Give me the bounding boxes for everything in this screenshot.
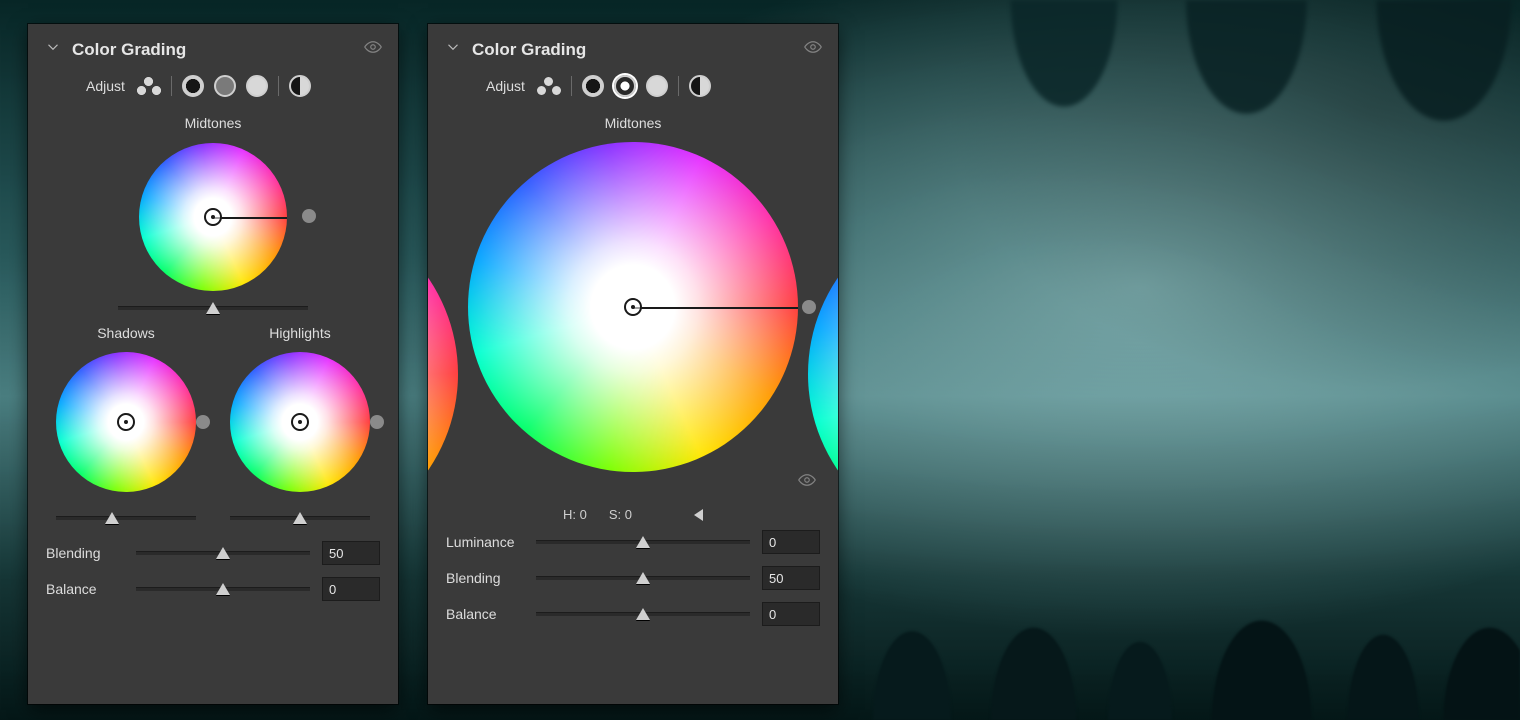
highlights-label: Highlights — [269, 325, 330, 341]
midtones-mode-button[interactable] — [214, 75, 236, 97]
shadows-color-wheel[interactable] — [56, 352, 196, 492]
balance-row: Balance 0 — [28, 571, 398, 607]
balance-label: Balance — [46, 581, 124, 597]
blending-row: Blending 50 — [28, 535, 398, 571]
hue-rotation-handle[interactable] — [802, 300, 816, 314]
hue-rotation-handle[interactable] — [196, 415, 210, 429]
blending-row: Blending 50 — [428, 560, 838, 596]
shadows-label: Shadows — [97, 325, 155, 341]
sat-label: S: — [609, 507, 621, 522]
wheel-indicator-line — [213, 217, 287, 219]
wheel-center-handle[interactable] — [291, 413, 309, 431]
blending-value[interactable]: 50 — [762, 566, 820, 590]
three-way-icon[interactable] — [137, 77, 161, 95]
chevron-down-icon[interactable] — [444, 38, 462, 61]
balance-value[interactable]: 0 — [322, 577, 380, 601]
eye-icon[interactable] — [804, 38, 822, 61]
balance-label: Balance — [446, 606, 524, 622]
midtones-color-wheel[interactable] — [468, 142, 798, 472]
midtones-label: Midtones — [28, 115, 398, 131]
luminance-label: Luminance — [446, 534, 524, 550]
separator — [678, 76, 679, 96]
hue-rotation-handle[interactable] — [302, 209, 316, 223]
three-way-icon[interactable] — [537, 77, 561, 95]
adjust-label: Adjust — [486, 78, 525, 94]
blending-value[interactable]: 50 — [322, 541, 380, 565]
wheel-center-handle[interactable] — [117, 413, 135, 431]
midtones-wheel-wrap — [28, 137, 398, 297]
eye-icon[interactable] — [798, 471, 816, 494]
sat-value[interactable]: 0 — [625, 507, 632, 522]
adjust-label: Adjust — [86, 78, 125, 94]
balance-row: Balance 0 — [428, 596, 838, 632]
shadows-mode-button[interactable] — [182, 75, 204, 97]
separator — [171, 76, 172, 96]
collapse-arrow-icon[interactable] — [694, 509, 703, 521]
wheel-indicator-line — [633, 307, 798, 309]
balance-value[interactable]: 0 — [762, 602, 820, 626]
color-grading-panel-single: Color Grading Adjust Midtones H: 0 S: 0 … — [428, 24, 838, 704]
luminance-value[interactable]: 0 — [762, 530, 820, 554]
adjust-mode-row: Adjust — [28, 67, 398, 105]
color-grading-panel-three-way: Color Grading Adjust Midtones Shadows Hi… — [28, 24, 398, 704]
shadows-mode-button[interactable] — [582, 75, 604, 97]
luminance-row: Luminance 0 — [428, 524, 838, 560]
global-mode-button[interactable] — [689, 75, 711, 97]
blending-slider[interactable] — [136, 546, 310, 560]
chevron-down-icon[interactable] — [44, 38, 62, 61]
blending-label: Blending — [446, 570, 524, 586]
midtones-color-wheel[interactable] — [139, 143, 287, 291]
balance-slider[interactable] — [536, 607, 750, 621]
wheel-center-handle[interactable] — [624, 298, 642, 316]
shadows-luminance-slider[interactable] — [56, 511, 196, 525]
eye-icon[interactable] — [364, 38, 382, 61]
separator — [571, 76, 572, 96]
highlights-mode-button[interactable] — [246, 75, 268, 97]
midtones-luminance-slider[interactable] — [118, 301, 308, 315]
global-mode-button[interactable] — [289, 75, 311, 97]
hue-rotation-handle[interactable] — [370, 415, 384, 429]
highlights-mode-button[interactable] — [646, 75, 668, 97]
highlights-luminance-slider[interactable] — [230, 511, 370, 525]
blending-label: Blending — [46, 545, 124, 561]
highlights-color-wheel[interactable] — [230, 352, 370, 492]
balance-slider[interactable] — [136, 582, 310, 596]
separator — [278, 76, 279, 96]
luminance-slider[interactable] — [536, 535, 750, 549]
hue-sat-readout: H: 0 S: 0 — [428, 507, 838, 522]
midtones-mode-button[interactable] — [614, 75, 636, 97]
adjust-mode-row: Adjust — [428, 67, 838, 105]
midtones-label: Midtones — [428, 115, 838, 131]
wheel-center-handle[interactable] — [204, 208, 222, 226]
blending-slider[interactable] — [536, 571, 750, 585]
hue-label: H: — [563, 507, 576, 522]
midtones-wheel-wrap — [428, 137, 838, 477]
hue-value[interactable]: 0 — [580, 507, 587, 522]
panel-title: Color Grading — [472, 40, 586, 60]
panel-title: Color Grading — [72, 40, 186, 60]
